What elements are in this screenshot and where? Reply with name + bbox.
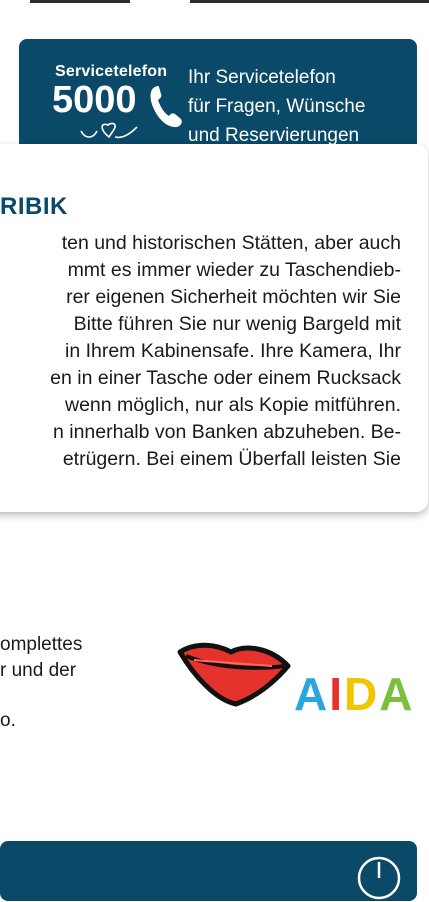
top-image-edge — [30, 0, 130, 3]
card-body: ten und historischen Stätten, aber auch … — [0, 230, 401, 473]
aida-letter: A — [294, 668, 329, 718]
card-title: RIBIK — [0, 193, 68, 220]
card-text-line: rer eigenen Sicherheit möchten wir Sie — [66, 286, 401, 308]
card-text-line: ten und historischen Stätten, aber auch — [61, 232, 401, 254]
top-image-edge-right — [190, 0, 429, 3]
lower-text-line: r und der — [0, 660, 77, 681]
service-description: Ihr Servicetelefon für Fragen, Wünsche u… — [188, 63, 365, 150]
aida-wordmark: AIDA — [294, 668, 414, 718]
card-text-line: en in einer Tasche oder einem Rucksack — [50, 367, 401, 389]
card-text-line: in Ihrem Kabinensafe. Ihre Kamera, Ihr — [64, 340, 401, 362]
aida-letter: I — [329, 668, 344, 718]
lips-icon — [177, 642, 291, 707]
service-number: 5000 — [52, 79, 137, 121]
card-text-line: etrügern. Bei einem Überfall leisten Sie — [62, 448, 401, 470]
card-text-line: wenn möglich, nur als Kopie mitführen. — [64, 394, 401, 416]
card-text-line: n innerhalb von Banken abzuheben. Be- — [52, 421, 401, 443]
card-text-line: mmt es immer wieder zu Taschendieb- — [67, 259, 401, 281]
service-text-line: Ihr Servicetelefon — [188, 67, 336, 88]
bottom-bar[interactable] — [0, 841, 417, 901]
aida-logo: AIDA — [177, 642, 414, 718]
service-text-line: für Fragen, Wünsche — [188, 96, 366, 117]
safety-info-card: RIBIK ten und historischen Stätten, aber… — [0, 144, 428, 512]
phone-icon — [150, 85, 182, 128]
lower-text-line: omplettes — [0, 634, 83, 655]
aida-letter: D — [344, 668, 379, 718]
aida-letter: A — [379, 668, 414, 718]
lower-text-fragment: o. — [0, 710, 16, 731]
hearts-icon — [80, 122, 138, 139]
lower-text: omplettes r und der — [0, 632, 82, 684]
card-text-line: Bitte führen Sie nur wenig Bargeld mit — [73, 313, 401, 335]
clock-icon[interactable] — [355, 854, 403, 902]
top-strip — [0, 0, 429, 4]
